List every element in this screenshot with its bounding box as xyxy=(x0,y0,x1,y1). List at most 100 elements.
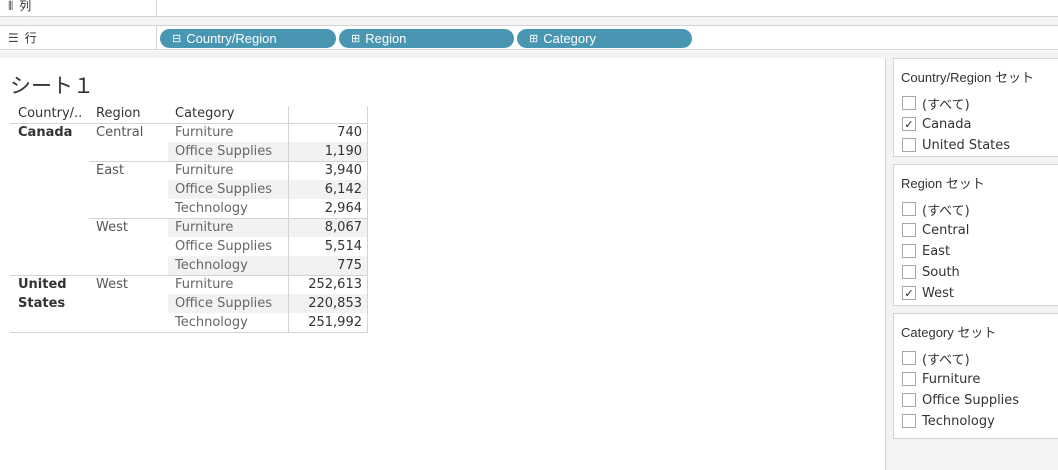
cell-value[interactable]: 3,940 xyxy=(325,161,362,180)
region-divider xyxy=(89,161,368,162)
filter-item[interactable]: ✓ West xyxy=(902,284,954,302)
header-category[interactable]: Category xyxy=(175,106,234,122)
table-row[interactable]: Office Supplies 1,190 xyxy=(10,142,368,161)
cell-country[interactable]: States xyxy=(18,294,65,313)
collapse-icon[interactable]: ⊟ xyxy=(172,32,181,45)
columns-shelf[interactable]: ⦀ 列 xyxy=(0,0,1058,17)
filter-item-label: Canada xyxy=(922,116,972,132)
shelf-gap xyxy=(0,17,1058,25)
pane-divider[interactable] xyxy=(885,58,893,470)
table-right-border xyxy=(367,106,368,332)
table-row[interactable]: States Office Supplies 220,853 xyxy=(10,294,368,313)
checkbox-checked[interactable]: ✓ xyxy=(902,117,916,131)
cell-category[interactable]: Furniture xyxy=(175,218,233,237)
cell-value[interactable]: 251,992 xyxy=(308,313,362,332)
cell-category[interactable]: Technology xyxy=(175,313,248,332)
filter-card-country-region[interactable]: Country/Region セット (すべて) ✓ Canada United St… xyxy=(893,58,1058,157)
cell-country[interactable]: Canada xyxy=(18,123,72,142)
filter-item[interactable]: South xyxy=(902,263,960,281)
shelf-gap xyxy=(0,51,1058,58)
table-row[interactable]: Office Supplies 5,514 xyxy=(10,237,368,256)
region-divider xyxy=(89,218,368,219)
cell-value[interactable]: 8,067 xyxy=(325,218,362,237)
filter-item-label: Technology xyxy=(922,413,995,429)
cell-country[interactable]: United xyxy=(18,275,67,294)
expand-icon[interactable]: ⊞ xyxy=(351,32,360,45)
filters-pane: Country/Region セット (すべて) ✓ Canada United St… xyxy=(893,58,1058,470)
filter-item[interactable]: (すべて) xyxy=(902,94,970,113)
cell-category[interactable]: Furniture xyxy=(175,161,233,180)
cell-value[interactable]: 775 xyxy=(337,256,362,275)
cell-category[interactable]: Furniture xyxy=(175,275,233,294)
table-row[interactable]: Canada Central Furniture 740 xyxy=(10,123,368,142)
filter-item[interactable]: Technology xyxy=(902,412,995,430)
filter-card-region[interactable]: Region セット (すべて) Central East South ✓ West xyxy=(893,164,1058,306)
filter-item[interactable]: Office Supplies xyxy=(902,391,1019,409)
checkbox[interactable] xyxy=(902,138,916,152)
cell-value[interactable]: 740 xyxy=(337,123,362,142)
header-country[interactable]: Country/.. xyxy=(18,106,82,122)
header-region[interactable]: Region xyxy=(96,106,141,122)
table-row[interactable]: Technology 2,964 xyxy=(10,199,368,218)
filter-item-label: Furniture xyxy=(922,371,981,387)
cell-region[interactable]: East xyxy=(96,161,124,180)
checkbox[interactable] xyxy=(902,351,916,365)
cell-value[interactable]: 252,613 xyxy=(308,275,362,294)
header-divider xyxy=(10,123,368,124)
checkbox[interactable] xyxy=(902,223,916,237)
cell-category[interactable]: Office Supplies xyxy=(175,142,272,161)
checkbox[interactable] xyxy=(902,202,916,216)
filter-item-label: (すべて) xyxy=(922,203,970,219)
pill-label: Category xyxy=(543,31,596,46)
cell-category[interactable]: Technology xyxy=(175,199,248,218)
cell-value[interactable]: 5,514 xyxy=(325,237,362,256)
cell-category[interactable]: Office Supplies xyxy=(175,180,272,199)
cell-value[interactable]: 1,190 xyxy=(325,142,362,161)
filter-item-label: Central xyxy=(922,222,970,238)
filter-card-category[interactable]: Category セット (すべて) Furniture Office Suppli… xyxy=(893,313,1058,439)
filter-item[interactable]: ✓ Canada xyxy=(902,115,971,133)
sheet-view[interactable]: シート１ Country/.. Region Category Canada Ce… xyxy=(0,58,885,470)
cell-region[interactable]: West xyxy=(96,275,128,294)
country-divider xyxy=(10,275,368,276)
checkbox[interactable] xyxy=(902,244,916,258)
filter-item[interactable]: United States xyxy=(902,136,1010,154)
checkbox[interactable] xyxy=(902,96,916,110)
filter-item[interactable]: (すべて) xyxy=(902,349,970,368)
checkbox[interactable] xyxy=(902,265,916,279)
cell-value[interactable]: 6,142 xyxy=(325,180,362,199)
cell-region[interactable]: Central xyxy=(96,123,143,142)
pill-country-region[interactable]: ⊟ Country/Region xyxy=(160,29,336,48)
cell-value[interactable]: 2,964 xyxy=(325,199,362,218)
cell-category[interactable]: Technology xyxy=(175,256,248,275)
cell-region[interactable]: West xyxy=(96,218,128,237)
pill-category[interactable]: ⊞ Category xyxy=(517,29,692,48)
cell-category[interactable]: Office Supplies xyxy=(175,237,272,256)
pill-label: Country/Region xyxy=(186,31,277,46)
cell-category[interactable]: Office Supplies xyxy=(175,294,272,313)
table-row[interactable]: Technology 251,992 xyxy=(10,313,368,332)
checkbox[interactable] xyxy=(902,393,916,407)
pill-label: Region xyxy=(365,31,407,46)
filter-item[interactable]: East xyxy=(902,242,950,260)
table-row[interactable]: Technology 775 xyxy=(10,256,368,275)
pill-region[interactable]: ⊞ Region xyxy=(339,29,514,48)
checkbox-checked[interactable]: ✓ xyxy=(902,286,916,300)
rows-shelf-label: ☰ 行 xyxy=(0,26,157,49)
cell-category[interactable]: Furniture xyxy=(175,123,233,142)
rows-icon: ☰ xyxy=(8,30,19,45)
filter-item[interactable]: Furniture xyxy=(902,370,980,388)
table-row[interactable]: Office Supplies 6,142 xyxy=(10,180,368,199)
filter-item-label: (すべて) xyxy=(922,352,970,368)
table-row[interactable]: West Furniture 8,067 xyxy=(10,218,368,237)
table-row[interactable]: East Furniture 3,940 xyxy=(10,161,368,180)
rows-label: 行 xyxy=(24,31,37,45)
checkbox[interactable] xyxy=(902,414,916,428)
cell-value[interactable]: 220,853 xyxy=(308,294,362,313)
filter-item[interactable]: (すべて) xyxy=(902,200,970,219)
expand-icon[interactable]: ⊞ xyxy=(529,32,538,45)
rows-shelf[interactable]: ☰ 行 ⊟ Country/Region ⊞ Region ⊞ Category xyxy=(0,25,1058,50)
table-row[interactable]: United West Furniture 252,613 xyxy=(10,275,368,294)
checkbox[interactable] xyxy=(902,372,916,386)
filter-item[interactable]: Central xyxy=(902,221,969,239)
